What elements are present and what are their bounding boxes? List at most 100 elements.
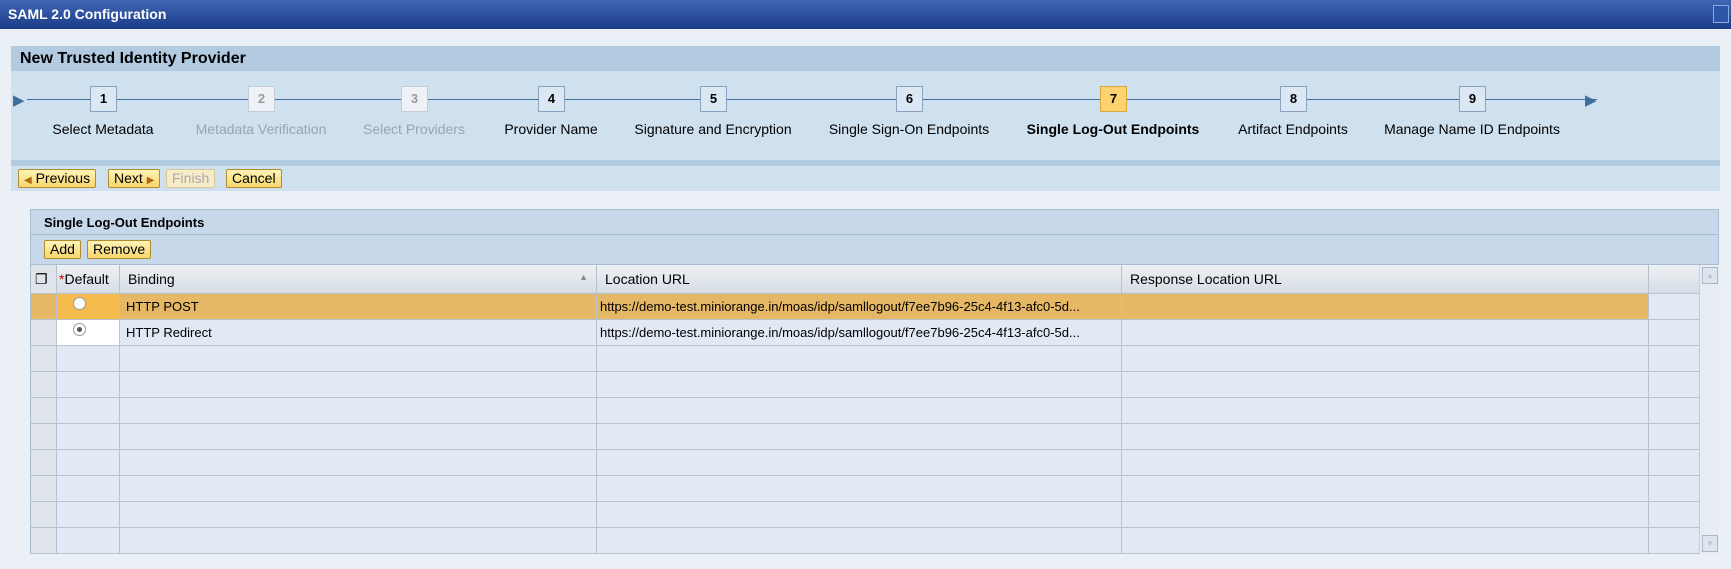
default-radio[interactable] <box>73 297 86 310</box>
remove-button[interactable]: Remove <box>87 240 152 259</box>
default-cell <box>57 320 120 345</box>
empty-cell <box>120 502 597 527</box>
empty-cell <box>1122 372 1649 397</box>
empty-cell <box>57 346 120 371</box>
table-row <box>31 476 1699 502</box>
empty-cell <box>57 502 120 527</box>
window-title-bar: SAML 2.0 Configuration <box>0 0 1731 29</box>
column-location-url[interactable]: Location URL <box>597 265 1122 293</box>
empty-cell <box>57 424 120 449</box>
row-selector[interactable] <box>31 424 57 449</box>
previous-button[interactable]: ◀ Previous <box>18 169 97 188</box>
vertical-scrollbar[interactable]: ▲ ▼ <box>1699 265 1719 554</box>
wizard-button-bar: ◀ Previous Next ▶ Finish Cancel <box>11 166 1720 191</box>
empty-cell <box>120 398 597 423</box>
column-binding[interactable]: Binding ▲ <box>120 265 597 293</box>
column-binding-label: Binding <box>128 271 175 287</box>
empty-cell <box>597 450 1122 475</box>
empty-cell <box>120 528 597 553</box>
empty-cell <box>1122 528 1649 553</box>
wizard-steps: ▶ ▶ 1 Select Metadata 2 Metadata Verificati… <box>11 71 1720 160</box>
empty-cell <box>1122 476 1649 501</box>
next-label: Next <box>114 170 143 186</box>
window-title: SAML 2.0 Configuration <box>8 6 167 22</box>
step-number: 4 <box>538 86 565 112</box>
empty-cell <box>57 528 120 553</box>
empty-cell <box>597 372 1122 397</box>
step-number: 6 <box>896 86 923 112</box>
right-arrow-icon: ▶ <box>146 175 155 186</box>
table-row[interactable]: HTTP Redirect https://demo-test.minioran… <box>31 320 1699 346</box>
default-radio[interactable] <box>73 323 86 336</box>
wizard-title: New Trusted Identity Provider <box>11 46 1720 71</box>
previous-label: Previous <box>35 170 91 186</box>
empty-cell <box>597 346 1122 371</box>
table-row <box>31 372 1699 398</box>
row-selector[interactable] <box>31 476 57 501</box>
column-default-label: Default <box>64 271 109 287</box>
wizard-panel: New Trusted Identity Provider ▶ ▶ 1 Selec… <box>11 46 1720 191</box>
end-arrow-icon: ▶ <box>1585 92 1597 109</box>
row-selector[interactable] <box>31 528 57 553</box>
empty-cell <box>120 450 597 475</box>
table-toolbar: Add Remove <box>31 235 1718 265</box>
response-location-url-cell <box>1122 294 1649 319</box>
column-response-location-url[interactable]: Response Location URL <box>1122 265 1649 293</box>
empty-cell <box>597 398 1122 423</box>
empty-cell <box>1122 450 1649 475</box>
start-arrow-icon: ▶ <box>13 92 25 109</box>
response-location-url-cell <box>1122 320 1649 345</box>
row-selector[interactable] <box>31 372 57 397</box>
empty-cell <box>597 476 1122 501</box>
next-button[interactable]: Next ▶ <box>108 169 161 188</box>
table-row[interactable]: HTTP POST https://demo-test.miniorange.i… <box>31 294 1699 320</box>
cancel-button[interactable]: Cancel <box>226 169 282 188</box>
empty-cell <box>1122 398 1649 423</box>
step-number: 2 <box>248 86 275 112</box>
location-url-cell: https://demo-test.miniorange.in/moas/idp… <box>597 320 1122 345</box>
finish-button[interactable]: Finish <box>166 169 216 188</box>
binding-cell: HTTP POST <box>120 294 597 319</box>
table-header: ❐ *Default Binding ▲ Location URL Respons… <box>31 265 1699 294</box>
left-arrow-icon: ◀ <box>24 175 32 186</box>
binding-cell: HTTP Redirect <box>120 320 597 345</box>
table-row <box>31 346 1699 372</box>
empty-cell <box>57 372 120 397</box>
empty-cell <box>57 398 120 423</box>
step-label: Manage Name ID Endpoints <box>1384 121 1560 137</box>
step-number: 1 <box>90 86 117 112</box>
add-button[interactable]: Add <box>44 240 81 259</box>
section-title: Single Log-Out Endpoints <box>31 210 1718 235</box>
table-row <box>31 528 1699 554</box>
table-row <box>31 502 1699 528</box>
default-cell <box>57 294 120 319</box>
empty-cell <box>597 424 1122 449</box>
empty-cell <box>1122 424 1649 449</box>
step-number: 5 <box>700 86 727 112</box>
row-selector[interactable] <box>31 346 57 371</box>
step-number: 9 <box>1459 86 1486 112</box>
scroll-down-icon[interactable]: ▼ <box>1702 535 1718 552</box>
empty-cell <box>597 502 1122 527</box>
column-settings-icon[interactable]: ❐ <box>31 265 57 293</box>
step-number: 7 <box>1100 86 1127 112</box>
empty-cell <box>57 450 120 475</box>
empty-cell <box>57 476 120 501</box>
empty-cell <box>1122 502 1649 527</box>
maximize-button[interactable] <box>1713 5 1729 23</box>
sort-icon: ▲ <box>579 272 588 282</box>
column-default[interactable]: *Default <box>57 265 120 293</box>
row-selector[interactable] <box>31 320 57 345</box>
location-url-cell: https://demo-test.miniorange.in/moas/idp… <box>597 294 1122 319</box>
row-selector[interactable] <box>31 398 57 423</box>
empty-cell <box>1122 346 1649 371</box>
step-number: 3 <box>401 86 428 112</box>
empty-cell <box>120 476 597 501</box>
row-selector[interactable] <box>31 502 57 527</box>
step-number: 8 <box>1280 86 1307 112</box>
scroll-up-icon[interactable]: ▲ <box>1702 267 1718 284</box>
empty-cell <box>597 528 1122 553</box>
empty-cell <box>120 346 597 371</box>
row-selector[interactable] <box>31 450 57 475</box>
row-selector[interactable] <box>31 294 57 319</box>
